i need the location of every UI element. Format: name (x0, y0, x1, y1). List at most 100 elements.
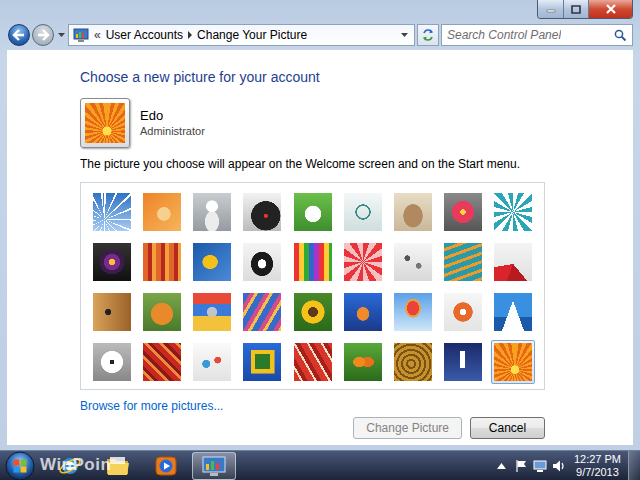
picture (494, 243, 532, 281)
picture-tile[interactable] (491, 290, 535, 334)
picture (494, 293, 532, 331)
picture (444, 243, 482, 281)
picture (294, 243, 332, 281)
search-placeholder: Search Control Panel (447, 28, 561, 42)
minimize-button[interactable] (538, 0, 564, 18)
taskbar-app[interactable] (48, 452, 92, 480)
maximize-button[interactable] (564, 0, 589, 18)
picture-tile[interactable] (190, 340, 234, 384)
picture (444, 193, 482, 231)
picture-tile[interactable] (341, 340, 385, 384)
content-panel: Choose a new picture for your account Ed… (7, 50, 633, 445)
picture (394, 243, 432, 281)
picture-tile[interactable] (441, 240, 485, 284)
show-desktop-button[interactable] (628, 451, 640, 480)
network-button[interactable] (532, 456, 548, 476)
account-role: Administrator (140, 124, 205, 138)
back-button[interactable] (8, 24, 30, 46)
picture-tile[interactable] (441, 190, 485, 234)
picture-tile[interactable] (391, 290, 435, 334)
internet-explorer-icon (58, 454, 82, 478)
picture-tile[interactable] (341, 240, 385, 284)
taskbar-app[interactable] (96, 452, 140, 480)
speaker-icon (552, 459, 566, 473)
magnifier-icon[interactable] (614, 29, 627, 42)
media-player-icon (154, 454, 178, 478)
picture-tile[interactable] (240, 190, 284, 234)
picture-tile[interactable] (291, 340, 335, 384)
navigation-bar: « User Accounts Change Your Picture Sear… (7, 20, 633, 50)
picture (344, 343, 382, 381)
account-tile: Edo Administrator (80, 98, 545, 148)
address-dropdown-icon[interactable] (401, 33, 408, 38)
picture-tile[interactable] (341, 290, 385, 334)
picture (344, 193, 382, 231)
picture-tile[interactable] (441, 290, 485, 334)
picture (444, 293, 482, 331)
action-center-button[interactable] (513, 456, 529, 476)
picture-tile[interactable] (291, 240, 335, 284)
account-picture (85, 103, 125, 143)
start-button[interactable] (4, 451, 36, 480)
taskbar-app[interactable] (144, 452, 188, 480)
dialog-button: Change Picture (353, 417, 462, 439)
picture-tile[interactable] (391, 190, 435, 234)
picture-tile[interactable] (491, 190, 535, 234)
breadcrumb-separator-icon[interactable] (188, 31, 192, 39)
picture (193, 343, 231, 381)
browse-link[interactable]: Browse for more pictures... (80, 398, 223, 414)
picture-tile[interactable] (341, 190, 385, 234)
close-button[interactable] (589, 0, 632, 18)
refresh-icon (421, 28, 435, 42)
picture (193, 193, 231, 231)
picture-tile[interactable] (190, 240, 234, 284)
picture-tile[interactable] (491, 340, 535, 384)
dialog-button[interactable]: Cancel (470, 417, 545, 439)
dropdown-arrow-icon (58, 33, 65, 38)
picture-tile[interactable] (391, 340, 435, 384)
picture-tile[interactable] (190, 190, 234, 234)
picture-tile[interactable] (240, 340, 284, 384)
picture-tile[interactable] (140, 290, 184, 334)
desktop: « User Accounts Change Your Picture Sear… (0, 0, 640, 480)
back-arrow-icon (12, 28, 26, 42)
picture (394, 343, 432, 381)
address-bar[interactable]: « User Accounts Change Your Picture (68, 24, 415, 46)
picture-tile[interactable] (441, 340, 485, 384)
picture-tile[interactable] (90, 190, 134, 234)
picture (193, 293, 231, 331)
picture-tile[interactable] (140, 190, 184, 234)
breadcrumb-overflow[interactable]: « (94, 28, 101, 42)
picture-tile[interactable] (240, 240, 284, 284)
picture (143, 343, 181, 381)
picture (93, 293, 131, 331)
clock[interactable]: 12:27 PM 9/7/2013 (570, 453, 625, 479)
picture-tile[interactable] (90, 290, 134, 334)
up-arrow-icon (497, 463, 506, 469)
picture-tile[interactable] (90, 340, 134, 384)
picture (243, 343, 281, 381)
picture-tile[interactable] (391, 240, 435, 284)
picture-tile[interactable] (90, 240, 134, 284)
volume-button[interactable] (551, 456, 567, 476)
picture-tile[interactable] (291, 190, 335, 234)
search-field[interactable]: Search Control Panel (441, 24, 633, 46)
picture (243, 293, 281, 331)
picture-tile[interactable] (291, 290, 335, 334)
picture-tile[interactable] (140, 340, 184, 384)
picture (444, 343, 482, 381)
picture (93, 343, 131, 381)
show-hidden-icons-button[interactable] (494, 456, 510, 476)
taskbar-app[interactable] (192, 452, 236, 480)
picture-tile[interactable] (140, 240, 184, 284)
picture (193, 243, 231, 281)
breadcrumb[interactable]: User Accounts (106, 28, 183, 42)
recent-pages-button[interactable] (56, 25, 66, 45)
account-name: Edo (140, 108, 205, 124)
breadcrumb[interactable]: Change Your Picture (197, 28, 307, 42)
picture (494, 193, 532, 231)
picture-tile[interactable] (190, 290, 234, 334)
refresh-button[interactable] (417, 24, 439, 46)
picture-tile[interactable] (491, 240, 535, 284)
picture-tile[interactable] (240, 290, 284, 334)
